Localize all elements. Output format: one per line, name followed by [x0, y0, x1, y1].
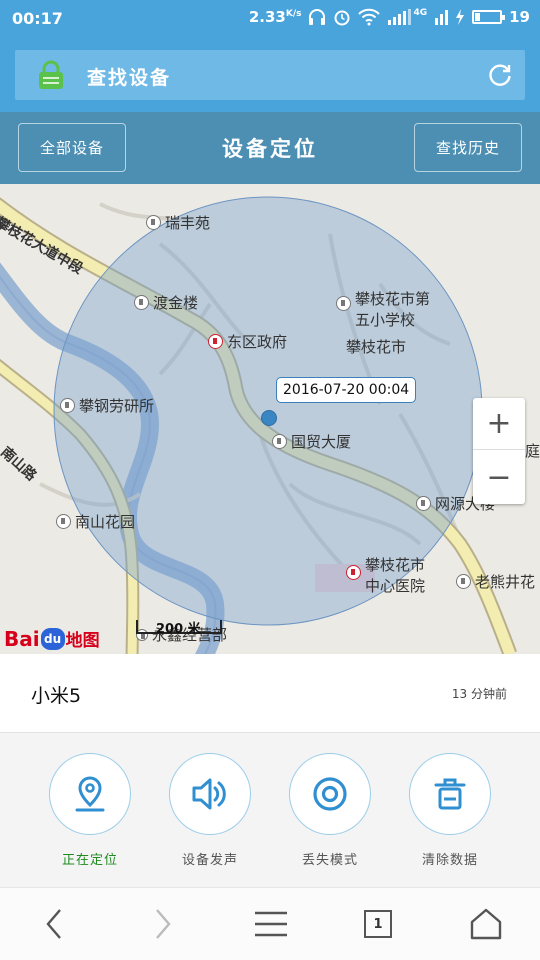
search-history-button[interactable]: 查找历史: [414, 123, 522, 172]
battery-icon: [472, 10, 506, 24]
locate-action-circle[interactable]: [49, 753, 131, 835]
map-poi[interactable]: 老熊井花: [456, 571, 535, 592]
map-poi[interactable]: 瑞丰苑: [146, 212, 210, 233]
ring-device-button[interactable]: 设备发声: [165, 753, 255, 868]
map-view[interactable]: 瑞丰苑 渡金楼 东区政府 攀枝花市第 五小学校 攀枝花市 攀钢劳研所 国贸大厦 南…: [0, 184, 540, 654]
action-panel: 正在定位 设备发声 丢失模式 清除数据: [0, 733, 540, 888]
map-poi[interactable]: 南山花园: [56, 511, 135, 532]
network-speed: 2.33K/s: [248, 8, 302, 26]
device-info-row[interactable]: 小米5 13 分钟前: [0, 654, 540, 733]
lost-mode-circle[interactable]: [289, 753, 371, 835]
map-poi-school[interactable]: 攀枝花市第 五小学校: [336, 288, 430, 330]
location-timestamp: 2016-07-20 00:04: [276, 377, 417, 403]
home-button[interactable]: [464, 904, 508, 944]
status-time: 00:17: [12, 9, 63, 28]
location-pin-icon: [75, 776, 105, 812]
app-bar: 查找设备: [0, 38, 540, 112]
headphones-icon: [309, 9, 326, 25]
ring-action-circle[interactable]: [169, 753, 251, 835]
map-poi[interactable]: 渡金楼: [134, 292, 198, 313]
wifi-icon: [358, 8, 381, 26]
app-title: 查找设备: [87, 67, 172, 89]
charging-icon: [456, 9, 465, 25]
ring-action-label: 设备发声: [181, 853, 238, 868]
lost-mode-button[interactable]: 丢失模式: [285, 753, 375, 868]
status-bar: 00:17 2.33K/s 4G 19: [0, 0, 540, 38]
forward-arrow-icon: [156, 909, 171, 939]
signal-icon-2: [435, 10, 449, 25]
trash-icon: [434, 778, 466, 810]
alarm-icon: [334, 10, 350, 26]
menu-button[interactable]: [249, 904, 293, 944]
network-type: 4G: [413, 7, 428, 18]
baidu-map-logo: Bai du 地图: [4, 626, 100, 652]
back-button[interactable]: [32, 904, 76, 944]
target-icon: [313, 777, 347, 811]
signal-icon: [388, 9, 412, 25]
last-seen-time: 13 分钟前: [451, 687, 507, 701]
lock-icon: [39, 60, 63, 89]
map-poi[interactable]: 攀钢劳研所: [60, 395, 154, 416]
map-poi[interactable]: 国贸大厦: [272, 431, 351, 452]
forward-button[interactable]: [141, 904, 185, 944]
map-poi-government[interactable]: 东区政府: [208, 331, 287, 352]
device-name: 小米5: [31, 685, 82, 707]
zoom-out-button[interactable]: −: [473, 451, 525, 503]
locate-action-button[interactable]: 正在定位: [45, 753, 135, 868]
status-icons: 2.33K/s 4G 19: [248, 7, 530, 27]
lost-mode-label: 丢失模式: [301, 853, 358, 868]
home-icon: [470, 908, 502, 940]
tab-count: 1: [364, 910, 392, 938]
menu-icon: [255, 911, 287, 937]
zoom-in-button[interactable]: +: [473, 398, 525, 450]
battery-level: 19: [509, 8, 530, 26]
tabs-button[interactable]: 1: [356, 904, 400, 944]
device-location-marker[interactable]: [261, 410, 277, 426]
erase-data-circle[interactable]: [409, 753, 491, 835]
map-poi[interactable]: 攀枝花市: [346, 336, 406, 357]
section-header: 全部设备 设备定位 查找历史: [0, 112, 540, 184]
back-arrow-icon: [46, 909, 61, 939]
erase-data-button[interactable]: 清除数据: [405, 753, 495, 868]
erase-data-label: 清除数据: [421, 853, 478, 868]
browser-bottom-nav: 1: [0, 888, 540, 960]
zoom-control: + −: [473, 398, 525, 504]
locate-action-label: 正在定位: [61, 853, 118, 868]
map-scale-label: 200 米: [156, 622, 201, 637]
refresh-icon[interactable]: [487, 62, 513, 88]
app-bar-panel: 查找设备: [15, 50, 525, 100]
speaker-icon: [192, 778, 226, 810]
map-poi-hospital[interactable]: 攀枝花市 中心医院: [346, 554, 425, 596]
